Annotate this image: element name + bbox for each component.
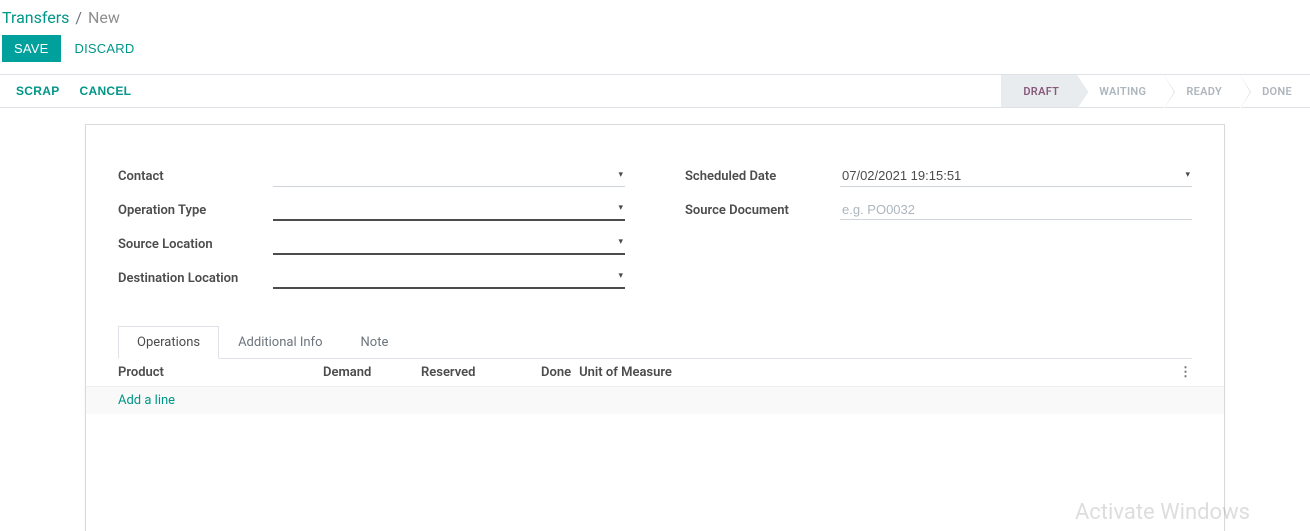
- tab-additional-info[interactable]: Additional Info: [219, 326, 341, 359]
- form-sheet: Contact ▾ Operation Type ▾ Source Locati…: [85, 124, 1225, 531]
- cancel-button[interactable]: CANCEL: [70, 76, 142, 106]
- scheduled-date-input[interactable]: ▾: [840, 166, 1192, 187]
- status-stages: DRAFT WAITING READY DONE: [1001, 75, 1310, 107]
- tab-operations[interactable]: Operations: [118, 326, 219, 359]
- scheduled-date-label: Scheduled Date: [685, 169, 840, 184]
- col-uom: Unit of Measure: [579, 365, 1172, 380]
- contact-field[interactable]: [275, 168, 607, 183]
- kebab-icon[interactable]: ⋮: [1172, 365, 1192, 380]
- stage-ready[interactable]: READY: [1164, 75, 1240, 107]
- contact-label: Contact: [118, 169, 273, 184]
- save-button[interactable]: SAVE: [2, 35, 61, 62]
- destination-location-input[interactable]: ▾: [273, 267, 625, 289]
- action-row: SAVE DISCARD: [0, 31, 1310, 74]
- add-line-button[interactable]: Add a line: [118, 393, 175, 408]
- stage-draft[interactable]: DRAFT: [1001, 75, 1077, 107]
- discard-button[interactable]: DISCARD: [61, 35, 149, 62]
- source-document-label: Source Document: [685, 203, 840, 218]
- source-location-input[interactable]: ▾: [273, 233, 625, 255]
- caret-icon: ▾: [618, 237, 623, 247]
- contact-input[interactable]: ▾: [273, 166, 625, 187]
- tab-note[interactable]: Note: [342, 326, 408, 359]
- col-product: Product: [118, 365, 323, 380]
- col-reserved: Reserved: [421, 365, 541, 380]
- operation-type-label: Operation Type: [118, 203, 273, 218]
- breadcrumb: Transfers / New: [0, 0, 1310, 31]
- scrap-button[interactable]: SCRAP: [6, 76, 70, 106]
- source-location-field[interactable]: [275, 235, 607, 250]
- scheduled-date-field[interactable]: [842, 168, 1174, 183]
- breadcrumb-sep: /: [75, 8, 82, 27]
- source-document-field[interactable]: [840, 200, 1192, 220]
- stage-waiting[interactable]: WAITING: [1077, 75, 1164, 107]
- operation-type-input[interactable]: ▾: [273, 199, 625, 221]
- caret-icon: ▾: [1185, 170, 1190, 180]
- col-demand: Demand: [323, 365, 421, 380]
- caret-icon: ▾: [618, 203, 623, 213]
- status-bar: SCRAP CANCEL DRAFT WAITING READY DONE: [0, 74, 1310, 108]
- col-done: Done: [541, 365, 579, 380]
- breadcrumb-current: New: [88, 8, 120, 27]
- destination-location-field[interactable]: [275, 269, 607, 284]
- destination-location-label: Destination Location: [118, 271, 273, 286]
- tabs: Operations Additional Info Note: [118, 325, 1192, 359]
- caret-icon: ▾: [618, 170, 623, 180]
- operations-table: Product Demand Reserved Done Unit of Mea…: [86, 359, 1224, 414]
- operation-type-field[interactable]: [275, 201, 607, 216]
- source-location-label: Source Location: [118, 237, 273, 252]
- caret-icon: ▾: [618, 271, 623, 281]
- breadcrumb-root[interactable]: Transfers: [2, 8, 69, 27]
